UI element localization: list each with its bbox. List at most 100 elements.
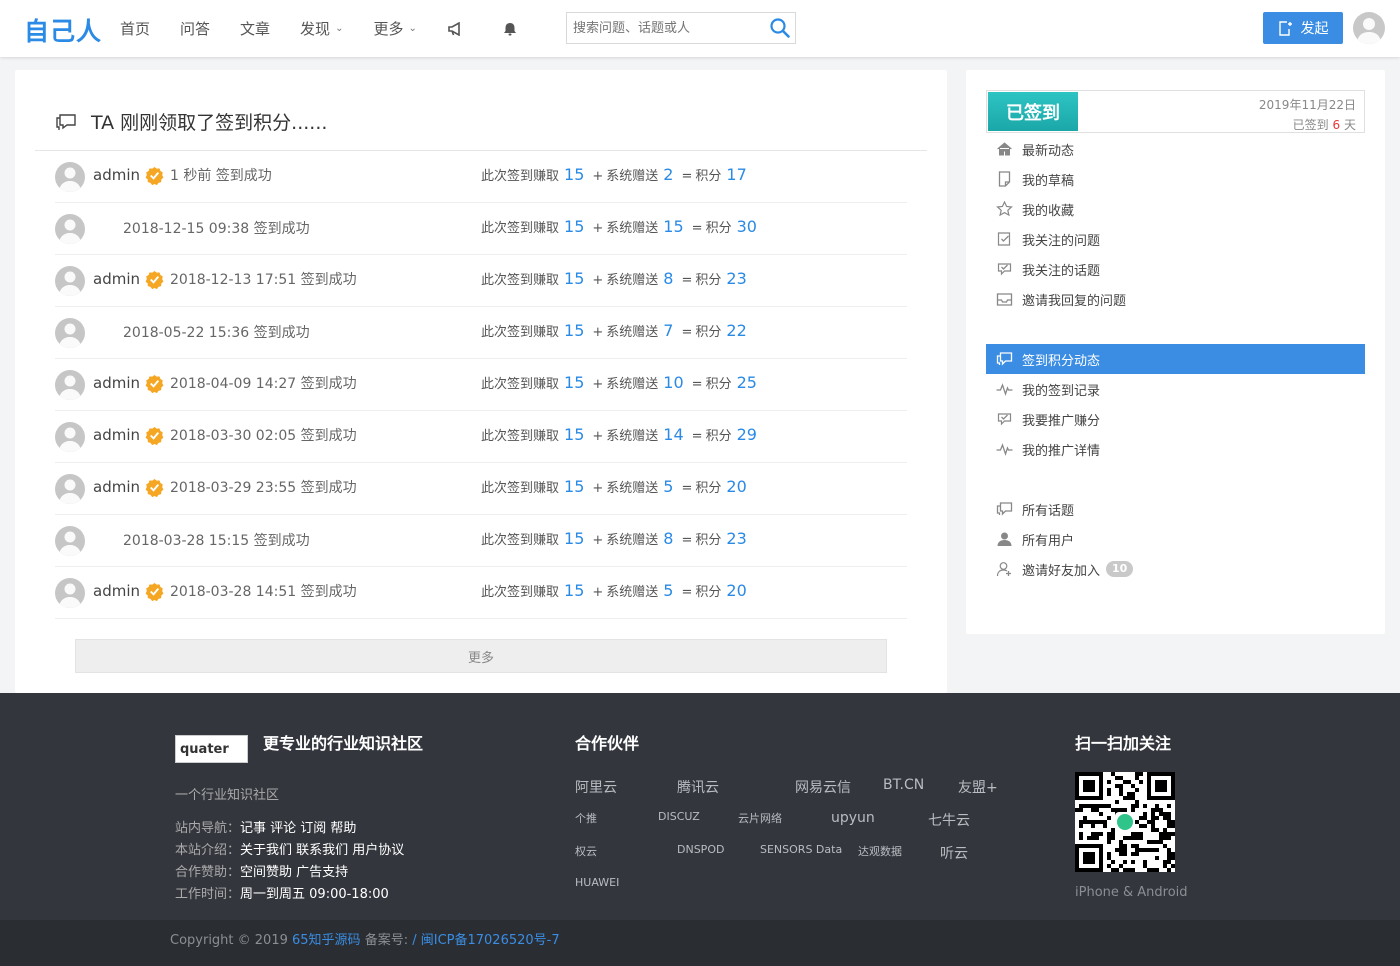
- footer: quater 更专业的行业知识社区 一个行业知识社区 站内导航：记事 评论 订阅…: [0, 693, 1400, 920]
- sidebar-item-group1-4[interactable]: 我关注的话题: [986, 254, 1365, 284]
- equals-sign: =: [681, 273, 693, 288]
- avatar[interactable]: [55, 422, 85, 452]
- nav-more[interactable]: 更多 ⌄: [373, 18, 416, 39]
- footer-nav-links[interactable]: 记事 评论 订阅 帮助: [240, 821, 356, 836]
- sidebar-item-group2-0[interactable]: 签到积分动态: [986, 344, 1365, 374]
- avatar[interactable]: [55, 578, 85, 608]
- earned-points: 15: [564, 477, 585, 496]
- footer-sponsor-links[interactable]: 空间赞助 广告支持: [240, 865, 348, 880]
- username-link[interactable]: admin: [93, 166, 140, 184]
- sidebar-item-label: 邀请我回复的问题: [1022, 293, 1127, 309]
- copyright-icp-link[interactable]: / 闽ICP备17026520号-7: [412, 933, 559, 948]
- total-points: 29: [736, 425, 757, 444]
- partner-logo[interactable]: 腾讯云: [677, 777, 719, 797]
- sidebar-item-group2-2[interactable]: 我要推广赚分: [986, 404, 1365, 434]
- username-link[interactable]: admin: [93, 270, 140, 288]
- copyright-bar: Copyright © 2019 65知乎源码 备案号: / 闽ICP备1702…: [0, 920, 1400, 966]
- nav-articles[interactable]: 文章: [240, 18, 270, 39]
- check-doc-icon: [997, 232, 1011, 246]
- avatar[interactable]: [55, 266, 85, 296]
- megaphone-icon[interactable]: [447, 20, 465, 38]
- verified-badge-icon: [145, 374, 164, 393]
- earned-label: 此次签到赚取: [481, 429, 560, 444]
- partner-logo[interactable]: 达观数据: [858, 843, 902, 859]
- home-icon: [997, 142, 1012, 156]
- sidebar-item-group3-2[interactable]: 邀请好友加入 10: [986, 554, 1365, 584]
- copyright-site-link[interactable]: 65知乎源码: [292, 933, 361, 948]
- copyright-prefix: Copyright © 2019: [170, 933, 288, 948]
- partner-logo[interactable]: 权云: [575, 843, 597, 859]
- partner-logo[interactable]: 云片网络: [738, 810, 782, 826]
- checkin-time: 2018-03-28 14:51 签到成功: [170, 584, 357, 600]
- username-link[interactable]: admin: [93, 374, 140, 392]
- partner-logo[interactable]: DISCUZ: [658, 810, 700, 823]
- footer-about-links[interactable]: 关于我们 联系我们 用户协议: [240, 843, 404, 858]
- avatar[interactable]: [55, 370, 85, 400]
- sidebar-item-group3-1[interactable]: 所有用户: [986, 524, 1365, 554]
- nav-questions-label: 问答: [180, 20, 211, 38]
- sidebar-item-group1-0[interactable]: 最新动态: [986, 134, 1365, 164]
- earned-points: 15: [564, 373, 585, 392]
- earned-label: 此次签到赚取: [481, 273, 560, 288]
- site-logo[interactable]: 自己人: [24, 12, 102, 48]
- partner-logo[interactable]: 阿里云: [575, 777, 617, 797]
- username-link[interactable]: admin: [93, 582, 140, 600]
- sidebar-item-group1-2[interactable]: 我的收藏: [986, 194, 1365, 224]
- username-link[interactable]: admin: [93, 426, 140, 444]
- nav-home[interactable]: 首页: [120, 18, 150, 39]
- copyright-icp-label: 备案号:: [364, 933, 409, 948]
- total-points: 23: [726, 529, 747, 548]
- partner-logo[interactable]: DNSPOD: [677, 843, 724, 856]
- nav-articles-label: 文章: [240, 20, 271, 38]
- total-points: 30: [736, 217, 757, 236]
- partner-name: 网易云信: [795, 780, 851, 796]
- search-input[interactable]: [567, 13, 757, 43]
- partner-logo[interactable]: 个推: [575, 810, 597, 826]
- bonus-points: 10: [663, 373, 684, 392]
- partner-logo[interactable]: HUAWEI: [575, 876, 619, 889]
- plus-sign: +: [592, 169, 604, 184]
- post-button[interactable]: 发起: [1263, 12, 1343, 44]
- bell-icon[interactable]: [501, 20, 519, 38]
- partner-logo[interactable]: 七牛云: [928, 810, 970, 830]
- partner-logo[interactable]: 友盟+: [958, 777, 998, 797]
- avatar[interactable]: [55, 474, 85, 504]
- partner-name: 权云: [575, 845, 597, 858]
- earned-label: 此次签到赚取: [481, 533, 560, 548]
- sidebar-item-group1-5[interactable]: 邀请我回复的问题: [986, 284, 1365, 314]
- avatar[interactable]: [1353, 12, 1385, 44]
- partner-logo[interactable]: BT.CN: [883, 777, 924, 793]
- avatar[interactable]: [55, 526, 85, 556]
- nav-discover[interactable]: 发现 ⌄: [300, 18, 343, 39]
- qr-title: 扫一扫加关注: [1075, 734, 1172, 753]
- earned-points: 15: [564, 425, 585, 444]
- checkin-time: 2018-04-09 14:27 签到成功: [170, 376, 357, 392]
- checkin-date: 2019年11月22日: [1258, 98, 1356, 112]
- sidebar-item-group2-1[interactable]: 我的签到记录: [986, 374, 1365, 404]
- avatar[interactable]: [55, 214, 85, 244]
- partner-logo[interactable]: SENSORS Data: [760, 843, 842, 856]
- partner-logo[interactable]: 听云: [940, 843, 968, 863]
- bonus-points: 5: [663, 581, 674, 600]
- checkin-list: admin 1 秒前 签到成功 此次签到赚取 15 + 系统赠送 2 = 积分 17 2018-12…: [55, 151, 907, 619]
- bonus-label: 系统赠送: [606, 429, 659, 444]
- footer-about-line: 本站介绍：关于我们 联系我们 用户协议: [175, 839, 404, 858]
- sidebar-item-group3-0[interactable]: 所有话题: [986, 494, 1365, 524]
- sidebar-item-group1-3[interactable]: 我关注的问题: [986, 224, 1365, 254]
- checked-in-button[interactable]: 已签到: [988, 92, 1078, 131]
- avatar[interactable]: [55, 318, 85, 348]
- bonus-label: 系统赠送: [606, 377, 659, 392]
- chat-icon: [996, 502, 1013, 516]
- partner-logo[interactable]: upyun: [831, 810, 875, 826]
- total-label: 积分: [695, 481, 722, 496]
- nav-questions[interactable]: 问答: [180, 18, 210, 39]
- total-points: 22: [726, 321, 747, 340]
- search-icon[interactable]: [769, 17, 791, 43]
- avatar[interactable]: [55, 162, 85, 192]
- sidebar-item-group1-1[interactable]: 我的草稿: [986, 164, 1365, 194]
- partner-logo[interactable]: 网易云信: [795, 777, 851, 797]
- sidebar-item-group2-3[interactable]: 我的推广详情: [986, 434, 1365, 464]
- load-more-button[interactable]: 更多: [75, 639, 887, 673]
- username-link[interactable]: admin: [93, 478, 140, 496]
- sidebar-item-label: 我的草稿: [1022, 173, 1075, 189]
